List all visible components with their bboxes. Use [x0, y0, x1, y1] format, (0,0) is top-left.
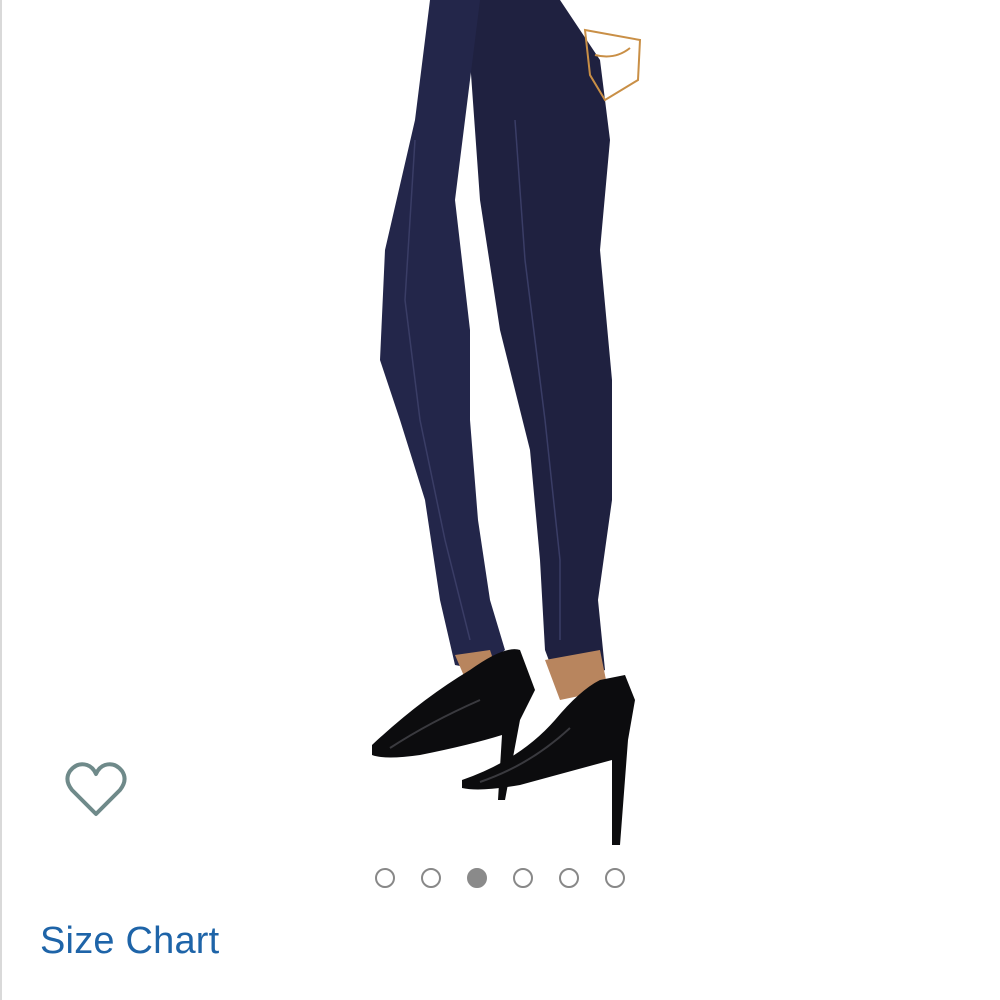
jeans-photo-icon [372, 0, 642, 845]
carousel-dot-2[interactable] [421, 868, 441, 888]
carousel-dot-3-active[interactable] [467, 868, 487, 888]
carousel-dot-1[interactable] [375, 868, 395, 888]
carousel-dot-4[interactable] [513, 868, 533, 888]
product-image[interactable] [0, 0, 1000, 860]
carousel-dot-5[interactable] [559, 868, 579, 888]
wishlist-button[interactable] [62, 758, 130, 822]
image-carousel-indicator[interactable] [0, 868, 1000, 896]
heart-outline-icon [65, 762, 127, 816]
carousel-dot-6[interactable] [605, 868, 625, 888]
size-chart-link[interactable]: Size Chart [40, 920, 219, 963]
